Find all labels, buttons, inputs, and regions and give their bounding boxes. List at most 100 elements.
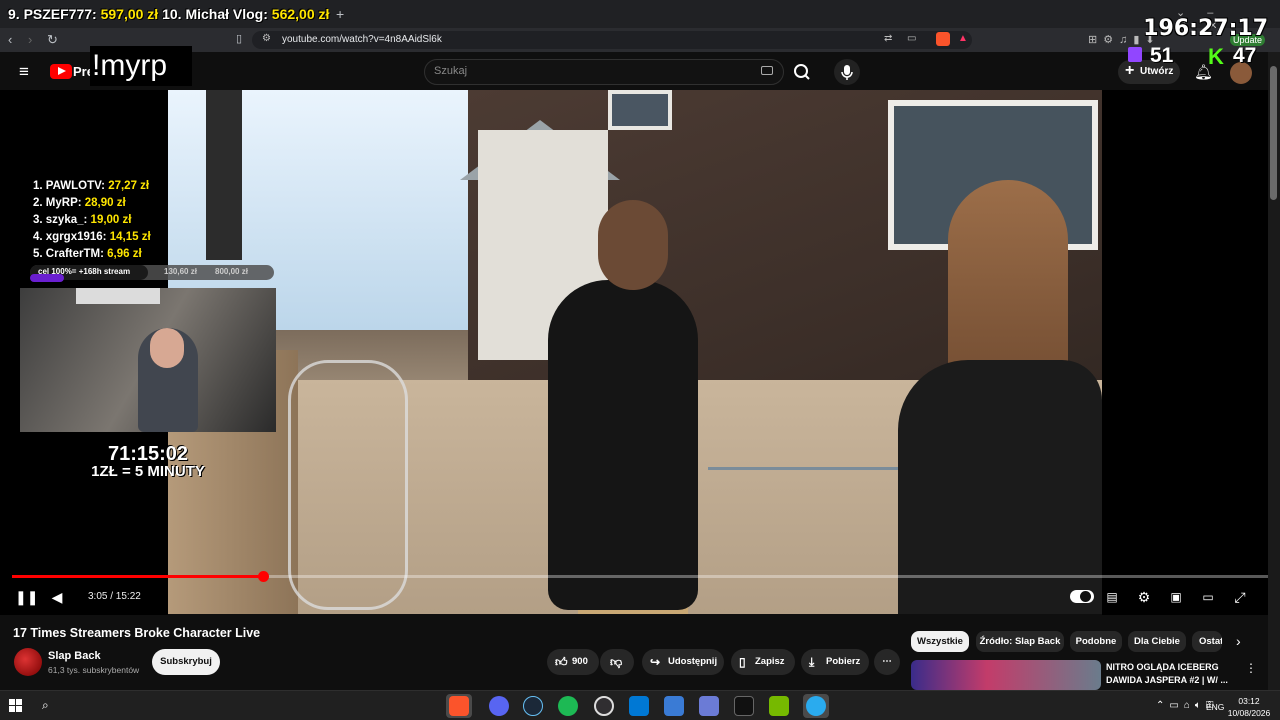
forward-icon[interactable]: ›	[28, 32, 32, 47]
telegram-icon[interactable]	[806, 696, 826, 716]
input-language[interactable]: ENG	[1206, 702, 1224, 712]
play-logo-icon	[58, 67, 66, 75]
plus-icon: +	[1125, 62, 1135, 79]
network-app-icon[interactable]	[699, 696, 719, 716]
back-icon[interactable]: ‹	[8, 32, 12, 47]
save-button[interactable]: ▯ Zapisz	[731, 649, 795, 675]
more-vertical-icon[interactable]: ⋮	[1245, 661, 1257, 675]
recommended-title[interactable]: NITRO OGLĄDA ICEBERG DAWIDA JASPERA #2 |…	[1106, 661, 1238, 687]
brave-rewards-icon[interactable]: ▲	[958, 33, 968, 44]
kick-icon: K	[1208, 44, 1224, 69]
leaderboard-name: 4. xgrgx1916:	[33, 231, 110, 243]
channel-name[interactable]: Slap Back	[48, 650, 101, 662]
donation-amount: 597,00 zł	[100, 6, 159, 22]
spotify-icon[interactable]	[558, 696, 578, 716]
brave-browser-icon[interactable]	[449, 696, 469, 716]
player-right-pillar	[1102, 90, 1268, 615]
search-input[interactable]	[424, 59, 784, 85]
vscode-icon[interactable]	[629, 696, 649, 716]
leaderboard-name: 5. CrafterTM:	[33, 248, 108, 260]
leaderboard-name: 3. szyka_:	[33, 214, 91, 226]
new-tab-button[interactable]: +	[336, 6, 344, 22]
share-label: Udostępnij	[668, 656, 718, 667]
leaderboard-row: 3. szyka_: 19,00 zł	[33, 212, 151, 229]
chip-source[interactable]: Źródło: Slap Back	[976, 631, 1064, 652]
chat-command-overlay: !myrp	[90, 46, 192, 86]
search-icon	[794, 64, 810, 80]
more-actions-button[interactable]: ⋯	[874, 649, 900, 675]
chip-related[interactable]: Podobne	[1070, 631, 1122, 652]
url-text: youtube.com/watch?v=4n8AAidSl6k	[282, 34, 442, 45]
miniplayer-icon[interactable]: ▣	[1167, 588, 1185, 606]
cast-icon[interactable]: ▭	[907, 33, 916, 44]
chip-recent[interactable]: Ostatnio	[1192, 631, 1222, 652]
channel-subscribers: 61,3 tys. subskrybentów	[48, 665, 140, 675]
youtube-logo[interactable]	[50, 64, 72, 79]
clock-time[interactable]: 03:12	[1229, 696, 1269, 706]
obs-icon[interactable]	[594, 696, 614, 716]
donation-amount: 562,00 zł	[271, 6, 330, 22]
clock-date[interactable]: 10/08/2026	[1226, 708, 1272, 718]
pause-icon[interactable]: ❚❚	[15, 588, 38, 606]
scrollbar-thumb[interactable]	[1270, 66, 1277, 200]
progress-scrubber[interactable]	[258, 571, 269, 582]
video-person-man	[548, 280, 698, 610]
download-button[interactable]: ⤓ Pobierz	[801, 649, 869, 675]
bookmark-save-icon: ▯	[739, 655, 746, 669]
subscribe-button[interactable]: Subskrybuj	[152, 649, 220, 675]
terminal-icon[interactable]	[734, 696, 754, 716]
menu-icon[interactable]: ≡	[19, 62, 29, 82]
settings-gear-icon[interactable]: ⚙	[1135, 588, 1153, 606]
microphone-icon	[841, 65, 853, 80]
share-button[interactable]: ↪ Udostępnij	[642, 649, 724, 675]
windows-start-icon[interactable]	[9, 699, 22, 712]
keyboard-icon[interactable]	[761, 66, 773, 75]
more-horizontal-icon: ⋯	[882, 656, 892, 667]
translate-icon[interactable]: ⇄	[884, 33, 892, 44]
stream-timer: 196:27:17	[1143, 16, 1268, 41]
time-display: 3:05 / 15:22	[88, 591, 141, 602]
cast-icon[interactable]: ▭	[1199, 588, 1217, 606]
chevron-right-icon[interactable]: ›	[1236, 633, 1241, 649]
webcam-feed	[20, 288, 276, 432]
search-button[interactable]	[784, 59, 820, 85]
like-button[interactable]: 👍︎ 900	[547, 649, 599, 675]
leaderboard-name: 1. PAWLOTV:	[33, 180, 109, 192]
kick-viewer-count: 47	[1233, 44, 1257, 67]
video-frame[interactable]	[168, 90, 1102, 614]
discord-icon[interactable]	[489, 696, 509, 716]
reload-icon[interactable]: ↻	[47, 32, 58, 48]
goal-label: cel 100%= +168h stream	[38, 267, 131, 276]
search-placeholder: Szukaj	[434, 65, 468, 77]
like-count: 900	[572, 656, 588, 667]
brave-shield-icon[interactable]	[936, 32, 950, 46]
subtitles-icon[interactable]: ▤	[1103, 588, 1121, 606]
donation-ticker: 9. PSZEF777: 597,00 zł 10. Michał Vlog: …	[8, 6, 329, 22]
taskbar-search-icon[interactable]: ⌕	[42, 698, 49, 713]
bookmark-icon[interactable]: ▯	[236, 32, 242, 45]
volume-icon[interactable]: ◀︎	[48, 588, 66, 606]
leaderboard-name: 2. MyRP:	[33, 197, 85, 209]
app-icon[interactable]	[664, 696, 684, 716]
recommended-thumbnail[interactable]	[911, 660, 1101, 690]
leaderboard-row: 5. CrafterTM: 6,96 zł	[33, 246, 151, 263]
download-icon: ⤓	[809, 655, 815, 669]
subathon-rate: 1ZŁ = 5 MINUTY	[91, 463, 205, 480]
site-info-icon[interactable]: ⚙	[262, 33, 271, 44]
chip-for-you[interactable]: Dla Ciebie	[1128, 631, 1186, 652]
nvidia-icon[interactable]	[769, 696, 789, 716]
leaderboard-amount: 19,00 zł	[90, 214, 132, 226]
voice-search-button[interactable]	[834, 59, 860, 85]
twitch-viewer-count: 51	[1150, 44, 1174, 67]
dislike-button[interactable]: 👎︎	[600, 649, 634, 675]
fullscreen-icon[interactable]: ⤢	[1231, 588, 1249, 606]
download-label: Pobierz	[826, 656, 861, 667]
progress-played	[12, 575, 263, 578]
leaderboard-amount: 27,27 zł	[108, 180, 150, 192]
goal-target: 800,00 zł	[215, 267, 248, 276]
webcam-streamer-head	[150, 328, 184, 368]
leaderboard-row: 4. xgrgx1916: 14,15 zł	[33, 229, 151, 246]
steam-icon[interactable]	[523, 696, 543, 716]
chip-all[interactable]: Wszystkie	[911, 631, 969, 652]
channel-avatar[interactable]	[14, 648, 42, 676]
